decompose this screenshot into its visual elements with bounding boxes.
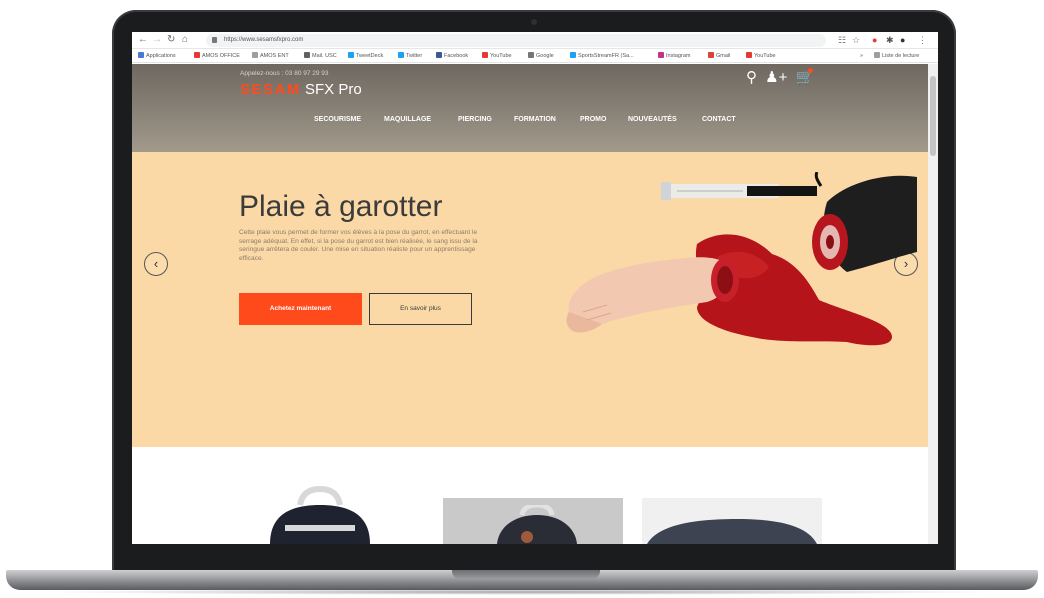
logo-text-sfx: SFX Pro — [305, 81, 362, 98]
nav-secourisme[interactable]: SECOURISME — [314, 116, 361, 123]
search-icon[interactable]: ⚲ — [746, 69, 757, 86]
nav-formation[interactable]: FORMATION — [514, 116, 556, 123]
logo[interactable]: SESAM SFX Pro — [240, 81, 362, 99]
bookmarks-bar: Applications AMOS OFFICE AMOS ENT Mail. … — [132, 49, 938, 63]
bookmark-item[interactable]: Gmail — [708, 52, 730, 60]
prev-slide-button[interactable]: ‹ — [144, 252, 168, 276]
instagram-icon — [658, 52, 664, 58]
bookmark-item[interactable]: YouTube — [746, 52, 776, 60]
nav-maquillage[interactable]: MAQUILLAGE — [384, 116, 431, 123]
nav-contact[interactable]: CONTACT — [702, 116, 736, 123]
laptop-notch — [452, 570, 600, 579]
bookmark-item[interactable]: Facebook — [436, 52, 468, 60]
extension-puzzle-icon[interactable]: ✱ — [886, 34, 894, 46]
bookmark-item[interactable]: SportsStreamFR (Sa... — [570, 52, 634, 60]
buy-now-button[interactable]: Achetez maintenant — [239, 293, 362, 325]
hero-product-image — [566, 172, 917, 346]
reading-list[interactable]: Liste de lecture — [874, 52, 919, 60]
back-icon[interactable]: ← — [138, 34, 148, 46]
bookmark-icon — [304, 52, 310, 58]
product-image[interactable] — [647, 517, 817, 544]
learn-more-button[interactable]: En savoir plus — [369, 293, 472, 325]
nav-nouveautes[interactable]: NOUVEAUTÉS — [628, 116, 677, 123]
bookmark-icon — [348, 52, 354, 58]
bookmark-item[interactable]: TweetDeck — [348, 52, 383, 60]
facebook-icon — [436, 52, 442, 58]
hero-title: Plaie à garotter — [239, 190, 443, 223]
forward-icon[interactable]: → — [152, 34, 162, 46]
product-image[interactable] — [260, 485, 380, 544]
bookmark-icon — [194, 52, 200, 58]
url-input[interactable]: https://www.sesamsfxpro.com — [206, 34, 826, 47]
header-icons: ⚲ ♟+ 🛒 — [746, 69, 814, 87]
bookmark-item[interactable]: Instagram — [658, 52, 690, 60]
browser-toolbar: ← → ↻ ⌂ https://www.sesamsfxpro.com ☷ ☆ … — [132, 32, 938, 49]
bookmark-item[interactable]: YouTube — [482, 52, 512, 60]
camera-icon — [531, 19, 537, 25]
site-header: Appelez-nous : 03 80 97 29 93 SESAM SFX … — [132, 64, 928, 152]
extension-opera-icon[interactable]: ● — [872, 34, 877, 46]
phone-number: Appelez-nous : 03 80 97 29 93 — [240, 70, 329, 77]
reading-list-icon — [874, 52, 880, 58]
bookmark-item[interactable]: Google — [528, 52, 554, 60]
bookmark-item[interactable]: AMOS OFFICE — [194, 52, 240, 60]
google-icon — [528, 52, 534, 58]
product-image[interactable] — [487, 505, 587, 544]
bookmark-icon — [252, 52, 258, 58]
reload-icon[interactable]: ↻ — [167, 34, 175, 46]
scroll-thumb[interactable] — [930, 76, 936, 156]
gmail-icon — [708, 52, 714, 58]
bookmark-item[interactable]: Mail. USC — [304, 52, 337, 60]
bookmark-item[interactable]: Applications — [138, 52, 176, 60]
add-user-icon[interactable]: ♟+ — [765, 69, 787, 86]
twitter-icon — [570, 52, 576, 58]
logo-text-sesam: SESAM — [240, 81, 301, 98]
hero-description: Cette plaie vous permet de former vos él… — [239, 229, 478, 262]
hero-slider: Plaie à garotter Cette plaie vous permet… — [132, 152, 928, 447]
tab-search-icon[interactable]: ☷ — [838, 34, 846, 46]
menu-icon[interactable]: ⋮ — [918, 34, 927, 46]
apps-icon — [138, 52, 144, 58]
bookmark-item[interactable]: Twitter — [398, 52, 422, 60]
lock-icon — [212, 37, 217, 43]
youtube-icon — [482, 52, 488, 58]
cart-badge — [808, 68, 813, 73]
youtube-icon — [746, 52, 752, 58]
nav-promo[interactable]: PROMO — [580, 116, 606, 123]
chevron-down-icon[interactable]: » — [860, 52, 863, 60]
home-icon[interactable]: ⌂ — [182, 34, 188, 46]
twitter-icon — [398, 52, 404, 58]
products-strip — [132, 447, 928, 544]
laptop-shadow — [40, 589, 1004, 595]
star-icon[interactable]: ☆ — [852, 34, 860, 46]
screen: ← → ↻ ⌂ https://www.sesamsfxpro.com ☷ ☆ … — [132, 32, 938, 544]
bookmark-item[interactable]: AMOS ENT — [252, 52, 289, 60]
profile-avatar[interactable]: ● — [900, 34, 905, 46]
nav-piercing[interactable]: PIERCING — [458, 116, 492, 123]
